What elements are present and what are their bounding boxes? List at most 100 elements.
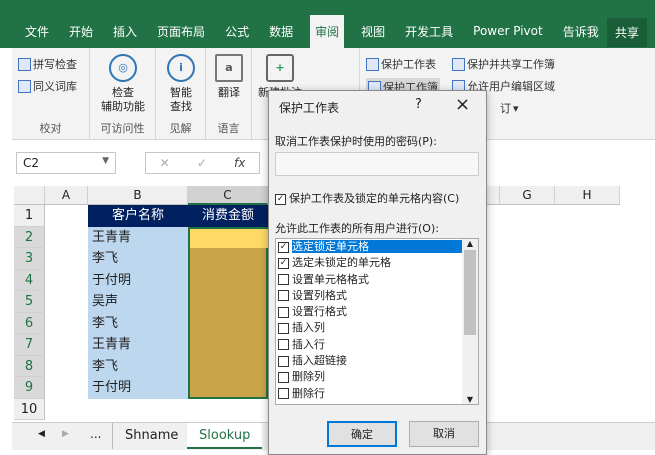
spell-check-button[interactable]: 拼写检查	[18, 56, 77, 72]
select-all-button[interactable]	[14, 186, 45, 205]
name-cell[interactable]: 于付明	[88, 269, 188, 291]
header-cell-c: 消费金额	[188, 205, 268, 227]
chevron-down-icon[interactable]: ▼	[102, 156, 109, 166]
tab-4[interactable]: 公式	[222, 19, 252, 44]
cancel-button[interactable]: 取消	[409, 421, 479, 447]
checkbox-icon[interactable]	[278, 290, 289, 302]
checkbox-icon[interactable]	[278, 388, 289, 400]
dialog-title: 保护工作表	[279, 101, 340, 115]
checkbox-checked-icon[interactable]: ✓	[278, 241, 289, 253]
protect-sheet-icon	[366, 57, 379, 71]
permission-option[interactable]: 设置行格式	[276, 304, 478, 320]
permission-option[interactable]: 设置列格式	[276, 288, 478, 304]
column-header-A[interactable]: A	[45, 186, 88, 205]
column-header-C[interactable]: C	[188, 186, 268, 205]
ok-button[interactable]: 确定	[327, 421, 397, 447]
track-changes-button[interactable]: 订 ▾	[500, 100, 519, 116]
translate-button[interactable]: a 翻译	[210, 54, 248, 100]
row-header-10[interactable]: 10	[14, 398, 45, 420]
sheet-tab-slookup[interactable]: Slookup	[187, 423, 263, 449]
permission-option[interactable]: ✓ 选定未锁定的单元格	[276, 255, 478, 271]
help-button[interactable]: ?	[415, 97, 422, 112]
name-cell[interactable]: 李飞	[88, 248, 188, 270]
permission-option[interactable]: 插入列	[276, 320, 478, 336]
name-box[interactable]: C2 ▼	[16, 152, 116, 174]
row-header-5[interactable]: 5	[14, 291, 45, 313]
cancel-icon[interactable]: ✕	[160, 156, 170, 170]
name-cell[interactable]: 李飞	[88, 355, 188, 377]
checkbox-checked-icon[interactable]: ✓	[278, 257, 289, 269]
row-header-8[interactable]: 8	[14, 355, 45, 377]
permissions-list[interactable]: ✓ 选定锁定单元格 ✓ 选定未锁定的单元格 设置单元格格式 设置列格式 设置行格式 插入列 插入…	[275, 238, 479, 405]
protect-share-button[interactable]: 保护并共享工作簿	[452, 56, 555, 72]
thesaurus-button[interactable]: 同义词库	[18, 78, 77, 94]
scrollbar-thumb[interactable]	[464, 250, 476, 335]
permission-option[interactable]: 删除列	[276, 369, 478, 385]
row-header-2[interactable]: 2	[14, 226, 45, 248]
tab-1[interactable]: 开始	[66, 19, 96, 44]
checkbox-icon[interactable]	[278, 322, 289, 334]
scroll-left-icon[interactable]: ◀	[38, 429, 45, 439]
tab-8[interactable]: 开发工具	[402, 19, 456, 44]
amount-range[interactable]	[188, 226, 268, 399]
fx-icon[interactable]: fx	[234, 156, 245, 170]
ribbon-tabs: 文件 开始 插入 页面布局 公式 数据 审阅 视图 开发工具 Power Pivot 告诉我 共享	[0, 14, 655, 48]
checkbox-icon[interactable]	[278, 306, 289, 318]
row-header-3[interactable]: 3	[14, 248, 45, 270]
column-header-B[interactable]: B	[88, 186, 188, 205]
protect-sheet-dialog: 保护工作表 ? × 取消工作表保护时使用的密码(P): ✓ 保护工作表及锁定的单元…	[268, 90, 487, 455]
share-button[interactable]: 共享	[606, 18, 647, 47]
name-cell[interactable]: 王青青	[88, 226, 188, 248]
checkbox-icon[interactable]	[278, 355, 289, 367]
password-label: 取消工作表保护时使用的密码(P):	[275, 135, 437, 148]
row-header-9[interactable]: 9	[14, 377, 45, 399]
row-header-4[interactable]: 4	[14, 269, 45, 291]
column-header-G[interactable]: G	[500, 186, 555, 205]
name-cell[interactable]: 吴声	[88, 291, 188, 313]
group-label: 可访问性	[100, 122, 145, 135]
name-cell[interactable]: 于付明	[88, 377, 188, 399]
spell-check-icon	[18, 57, 31, 71]
permission-option[interactable]: ✓ 选定锁定单元格	[276, 239, 478, 255]
smart-lookup-button[interactable]: i 智能 查找	[160, 54, 202, 114]
name-cell[interactable]: 王青青	[88, 334, 188, 356]
smart-lookup-icon: i	[167, 54, 195, 82]
tab-0[interactable]: 文件	[22, 19, 52, 44]
enter-icon[interactable]: ✓	[197, 156, 207, 170]
group-label: 校对	[39, 122, 62, 135]
sheet-tab-shname[interactable]: Shname	[112, 423, 190, 449]
permission-option[interactable]: 插入超链接	[276, 353, 478, 369]
protect-contents-checkbox[interactable]: ✓ 保护工作表及锁定的单元格内容(C)	[275, 190, 459, 206]
tab-2[interactable]: 插入	[110, 19, 140, 44]
checkbox-icon[interactable]	[278, 371, 289, 383]
column-header-H[interactable]: H	[555, 186, 620, 205]
tab-7[interactable]: 视图	[358, 19, 388, 44]
active-cell-c2[interactable]	[190, 228, 268, 248]
check-accessibility-button[interactable]: ◎ 检查 辅助功能	[94, 54, 152, 114]
group-language: a 翻译 语言	[206, 48, 252, 140]
permission-option[interactable]: 删除行	[276, 386, 478, 402]
scroll-up-icon[interactable]: ▲	[462, 239, 478, 248]
checkbox-icon[interactable]	[278, 339, 289, 351]
close-button[interactable]: ×	[455, 94, 470, 115]
more-sheets-icon[interactable]: ...	[90, 427, 101, 441]
checkbox-icon[interactable]	[278, 274, 289, 286]
permission-option[interactable]: 插入行	[276, 337, 478, 353]
permission-option[interactable]: 设置单元格格式	[276, 272, 478, 288]
tab-10[interactable]: 告诉我	[560, 19, 602, 44]
list-scrollbar[interactable]: ▲ ▼	[462, 239, 478, 404]
tab-5[interactable]: 数据	[266, 19, 296, 44]
tab-9[interactable]: Power Pivot	[470, 20, 546, 42]
tab-3[interactable]: 页面布局	[154, 19, 208, 44]
row-header-6[interactable]: 6	[14, 312, 45, 334]
scroll-right-icon[interactable]: ▶	[62, 429, 69, 439]
group-accessibility: ◎ 检查 辅助功能 可访问性	[90, 48, 156, 140]
tab-6[interactable]: 审阅	[310, 14, 345, 48]
name-cell[interactable]: 李飞	[88, 312, 188, 334]
protect-sheet-button[interactable]: 保护工作表	[366, 56, 436, 72]
row-header-1[interactable]: 1	[14, 205, 45, 227]
group-label: 语言	[217, 122, 240, 135]
row-header-7[interactable]: 7	[14, 334, 45, 356]
password-input[interactable]	[275, 152, 479, 176]
scroll-down-icon[interactable]: ▼	[462, 395, 478, 404]
